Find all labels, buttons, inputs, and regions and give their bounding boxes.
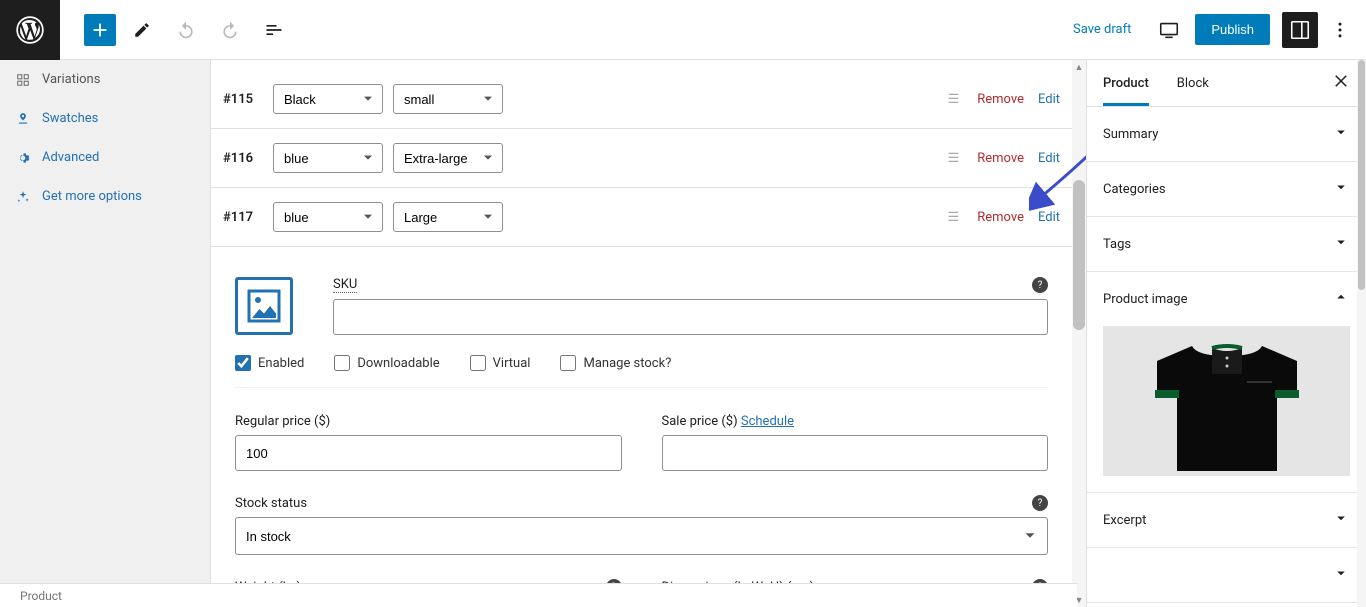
settings-panel-toggle[interactable] — [1282, 12, 1318, 48]
chevron-down-icon — [1332, 123, 1350, 145]
section-collapsed[interactable] — [1087, 548, 1366, 603]
gear-icon — [16, 151, 34, 165]
document-outline-button[interactable] — [256, 12, 292, 48]
variation-id: #115 — [223, 92, 263, 107]
edit-mode-button[interactable] — [124, 12, 160, 48]
variation-color-select[interactable]: blue — [273, 202, 383, 232]
remove-variation-link[interactable]: Remove — [977, 210, 1024, 225]
swatch-icon — [16, 112, 34, 126]
stock-status-label: Stock status — [235, 496, 307, 511]
sku-label: SKU — [333, 277, 357, 293]
drag-handle-icon[interactable]: ☰ — [948, 210, 960, 225]
drag-handle-icon[interactable]: ☰ — [948, 151, 960, 166]
product-image-thumbnail[interactable] — [1103, 326, 1350, 476]
top-toolbar: Save draft Publish — [0, 0, 1366, 60]
variation-size-select[interactable]: small — [393, 84, 503, 114]
chevron-down-icon — [1332, 178, 1350, 200]
variation-color-select[interactable]: blue — [273, 143, 383, 173]
remove-variation-link[interactable]: Remove — [977, 151, 1024, 166]
center-scrollbar[interactable]: ▲ ▼ — [1072, 60, 1086, 607]
tab-product[interactable]: Product — [1103, 61, 1149, 106]
scrollbar-thumb[interactable] — [1073, 180, 1085, 330]
chevron-down-icon — [1332, 509, 1350, 531]
variation-row: #116 blue Extra-large ☰ Remove Edit — [211, 129, 1072, 188]
section-tags[interactable]: Tags — [1087, 217, 1366, 272]
edit-variation-link[interactable]: Edit — [1038, 151, 1060, 166]
close-panel-button[interactable] — [1332, 72, 1350, 94]
save-draft-button[interactable]: Save draft — [1061, 14, 1143, 45]
tab-label: Variations — [42, 72, 100, 87]
preview-button[interactable] — [1151, 12, 1187, 48]
section-product-image[interactable]: Product image — [1087, 272, 1366, 326]
downloadable-checkbox[interactable]: Downloadable — [334, 355, 439, 371]
stock-status-select[interactable]: In stock — [235, 517, 1048, 555]
sale-price-input[interactable] — [662, 435, 1049, 471]
variation-id: #116 — [223, 151, 263, 166]
tab-label: Swatches — [42, 111, 98, 126]
variation-color-select[interactable]: Black — [273, 84, 383, 114]
tab-swatches[interactable]: Swatches — [0, 99, 210, 138]
manage-stock-checkbox[interactable]: Manage stock? — [560, 355, 671, 371]
tab-label: Get more options — [42, 189, 142, 204]
help-icon[interactable]: ? — [1032, 495, 1048, 511]
redo-button[interactable] — [212, 12, 248, 48]
product-image-body — [1087, 326, 1366, 493]
more-options-button[interactable] — [1322, 12, 1358, 48]
tab-label: Advanced — [42, 150, 99, 165]
sparkle-icon — [16, 190, 34, 204]
remove-variation-link[interactable]: Remove — [977, 92, 1024, 107]
editor-area: #115 Black small ☰ Remove Edit #116 blue… — [211, 60, 1086, 607]
grid-icon — [16, 73, 34, 87]
enabled-checkbox[interactable]: Enabled — [235, 355, 304, 371]
scrollbar-thumb[interactable] — [1358, 60, 1365, 290]
help-icon[interactable]: ? — [1032, 277, 1048, 293]
virtual-checkbox[interactable]: Virtual — [470, 355, 531, 371]
variation-row: #117 blue Large ☰ Remove Edit — [211, 188, 1072, 247]
sale-price-label: Sale price ($) — [662, 414, 738, 429]
edit-variation-link[interactable]: Edit — [1038, 92, 1060, 107]
add-block-button[interactable] — [84, 14, 116, 46]
chevron-down-icon — [1332, 233, 1350, 255]
regular-price-input[interactable] — [235, 435, 622, 471]
section-summary[interactable]: Summary — [1087, 107, 1366, 162]
scroll-up-arrow[interactable]: ▲ — [1072, 60, 1086, 74]
variation-size-select[interactable]: Extra-large — [393, 143, 503, 173]
publish-button[interactable]: Publish — [1195, 14, 1270, 45]
sku-input[interactable] — [333, 299, 1048, 335]
regular-price-label: Regular price ($) — [235, 414, 330, 429]
section-excerpt[interactable]: Excerpt — [1087, 493, 1366, 548]
chevron-down-icon — [1332, 564, 1350, 586]
section-categories[interactable]: Categories — [1087, 162, 1366, 217]
edit-variation-link[interactable]: Edit — [1038, 210, 1060, 225]
variation-id: #117 — [223, 210, 263, 225]
undo-button[interactable] — [168, 12, 204, 48]
variation-row: #115 Black small ☰ Remove Edit — [211, 70, 1072, 129]
tab-block[interactable]: Block — [1177, 61, 1209, 106]
tab-get-more-options[interactable]: Get more options — [0, 177, 210, 216]
left-product-tabs: Variations Swatches Advanced Get more op… — [0, 60, 211, 607]
schedule-link[interactable]: Schedule — [741, 414, 794, 429]
drag-handle-icon[interactable]: ☰ — [948, 92, 960, 107]
right-panel-scrollbar[interactable] — [1357, 60, 1366, 607]
wordpress-logo[interactable] — [0, 0, 60, 60]
chevron-up-icon — [1332, 288, 1350, 310]
editor-footer: Product — [0, 583, 1077, 607]
breadcrumb[interactable]: Product — [20, 589, 62, 603]
variation-image-placeholder[interactable] — [235, 277, 293, 335]
variation-size-select[interactable]: Large — [393, 202, 503, 232]
tab-advanced[interactable]: Advanced — [0, 138, 210, 177]
right-settings-panel: Product Block Summary Categories Tags Pr… — [1086, 60, 1366, 607]
tab-variations[interactable]: Variations — [0, 60, 210, 99]
variation-detail-panel: SKU ? Enabled Downloadable — [211, 247, 1072, 607]
